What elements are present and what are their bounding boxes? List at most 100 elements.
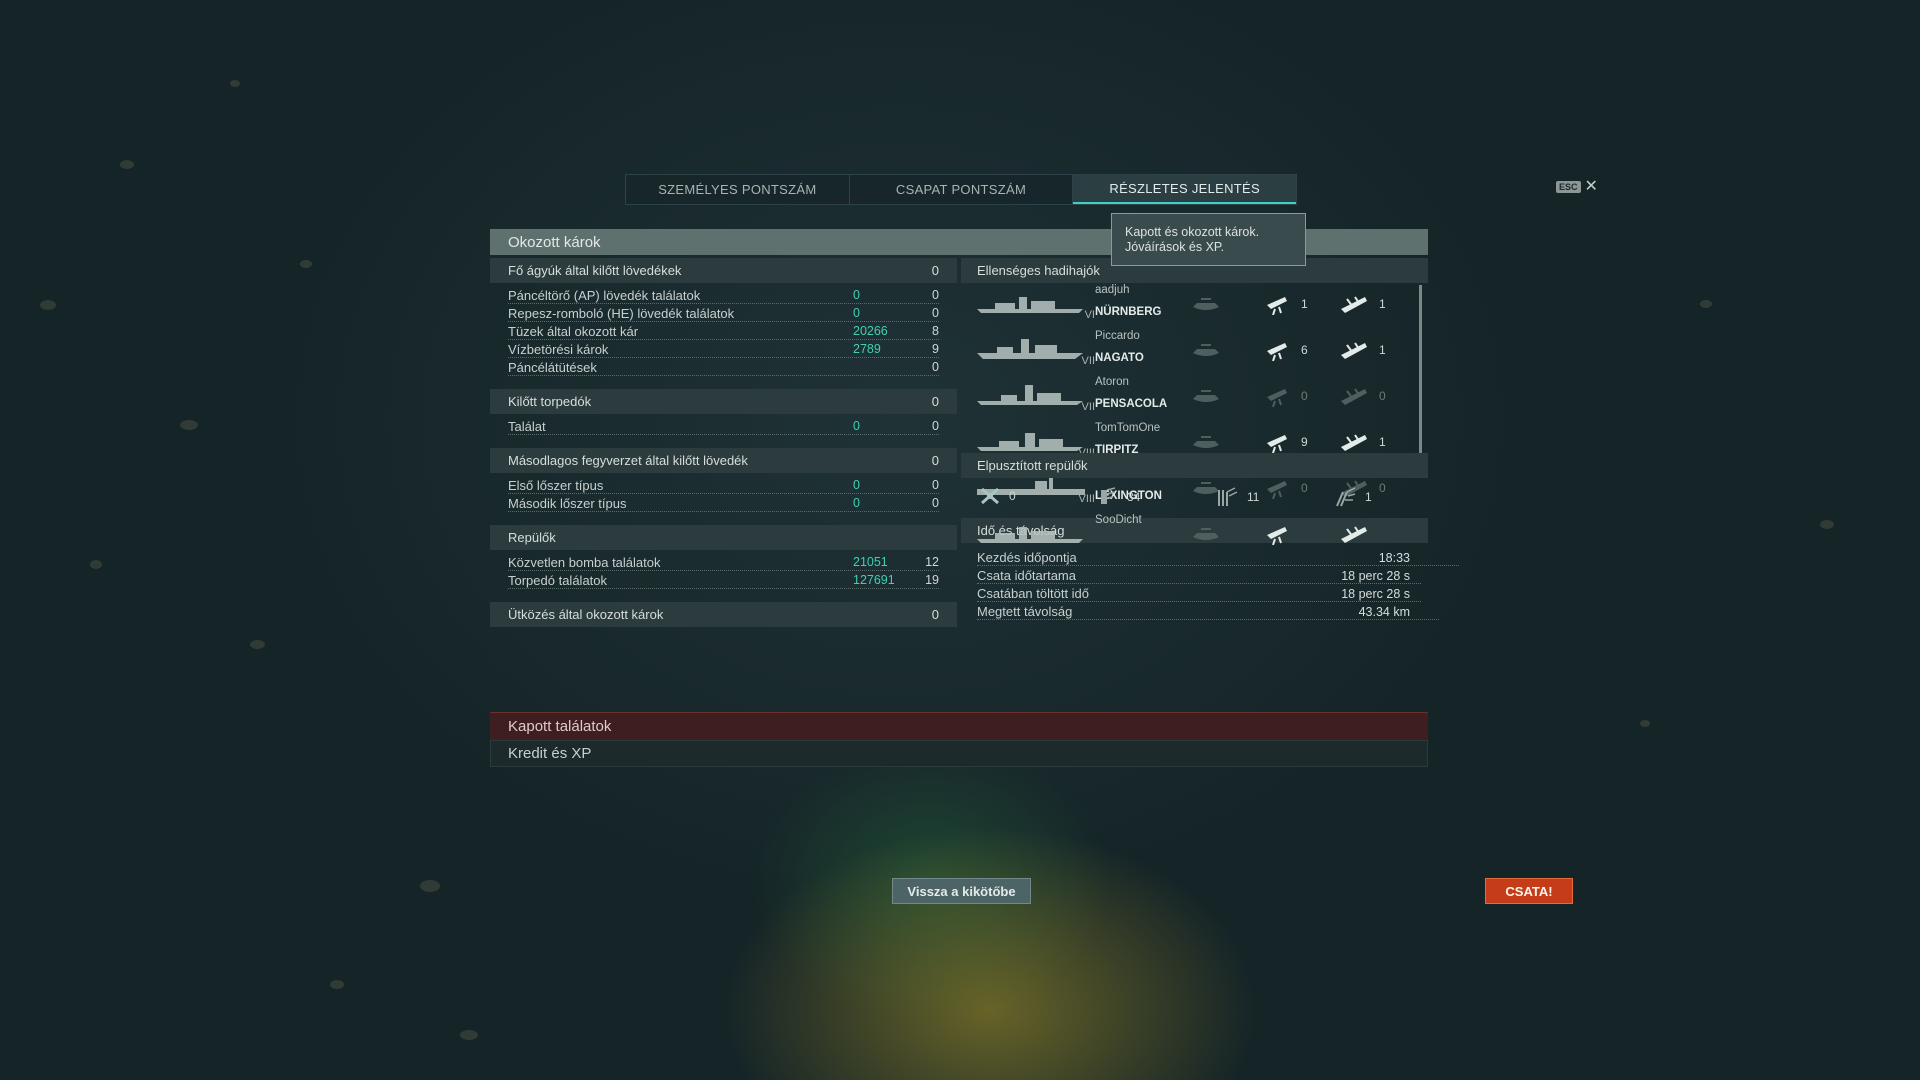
stat-count: 0 [932, 360, 939, 374]
bomb-hit-count: 0 [1301, 389, 1308, 403]
stat-damage: 0 [853, 419, 860, 433]
plane-count: 34 [1127, 490, 1141, 504]
player-name: Atoron [1095, 376, 1129, 388]
section-title: Kredit és XP [508, 745, 592, 762]
enemy-and-time-panel: Ellenséges hadihajók VI aadjuh NÜRNBERG 1 1 V… [961, 258, 1459, 621]
stat-label: Találat [508, 419, 939, 435]
tab-personal-score[interactable]: SZEMÉLYES PONTSZÁM [626, 175, 850, 204]
stat-row: Második lőszer típus 0 0 [490, 495, 957, 513]
torpedo-hit-icon [1341, 388, 1367, 405]
stat-damage: 20266 [853, 324, 888, 338]
ship-tier: VII [1081, 401, 1095, 413]
tab-bar: SZEMÉLYES PONTSZÁM CSAPAT PONTSZÁM RÉSZL… [625, 174, 1297, 205]
ship-hit-icon [1193, 390, 1219, 402]
time-row: Megtett távolság 43.34 km [961, 603, 1439, 621]
stat-count: 0 [932, 496, 939, 510]
stat-row: Tüzek által okozott kár 20266 8 [490, 323, 957, 341]
section-title: Ütközés által okozott károk [508, 607, 664, 622]
return-to-port-button[interactable]: Vissza a kikötőbe [892, 878, 1031, 904]
ship-tier: VII [1081, 355, 1095, 367]
torpedo-hit-icon [1341, 296, 1367, 313]
tooltip: Kapott és okozott károk. Jóváírások és X… [1111, 213, 1306, 266]
stat-label: Repesz-romboló (HE) lövedék találatok [508, 306, 939, 322]
stat-count: 0 [932, 478, 939, 492]
stat-row: Közvetlen bomba találatok 21051 12 [490, 554, 957, 572]
section-secondary: Másodlagos fegyverzet által kilőtt löved… [490, 448, 957, 473]
time-value: 18:33 [1378, 551, 1410, 565]
torpedo-bomber-icon [1218, 487, 1238, 506]
time-distance-list: Kezdés időpontja 18:33 Csata időtartama 18… [961, 543, 1459, 621]
ship-hit-icon [1193, 344, 1219, 356]
section-value: 0 [931, 394, 939, 409]
time-value: 43.34 km [1358, 605, 1410, 619]
torpedo-hit-count: 1 [1379, 435, 1386, 449]
section-title: Elpusztított repülők [977, 458, 1088, 473]
torpedo-hit-count: 1 [1379, 343, 1386, 357]
close-icon[interactable]: ✕ [1585, 179, 1598, 195]
plane-stat: 1 [1333, 486, 1372, 508]
stat-damage: 21051 [853, 555, 888, 569]
section-ramming: Ütközés által okozott károk 0 [490, 602, 957, 627]
credits-xp-header[interactable]: Kredit és XP [490, 740, 1428, 767]
ship-name: PENSACOLA [1095, 398, 1168, 410]
section-title: Repülők [508, 530, 556, 545]
stat-label: Páncélátütések [508, 360, 939, 376]
stat-count: 9 [932, 342, 939, 356]
stat-damage: 0 [853, 288, 860, 302]
stat-label: Első lőszer típus [508, 478, 939, 494]
received-hits-header[interactable]: Kapott találatok [490, 712, 1428, 740]
battle-button[interactable]: CSATA! [1485, 878, 1573, 904]
stat-damage: 127691 [853, 573, 895, 587]
time-value: 18 perc 28 s [1341, 569, 1410, 583]
stat-damage: 0 [853, 306, 860, 320]
time-row: Csata időtartama 18 perc 28 s [961, 567, 1428, 585]
torpedo-hit-icon [1341, 342, 1367, 359]
damage-breakdown: Fő ágyúk által kilőtt lövedékek 0 Páncél… [490, 258, 957, 631]
section-main-guns: Fő ágyúk által kilőtt lövedékek 0 [490, 258, 957, 283]
section-value: 0 [931, 263, 939, 278]
stat-row: Páncélátütések 0 [490, 359, 957, 377]
section-value: 0 [931, 453, 939, 468]
stat-row: Torpedó találatok 127691 19 [490, 572, 957, 590]
enemy-ship-row: VII Piccardo NAGATO 6 1 [961, 330, 1421, 377]
planes-destroyed-header: Elpusztított repülők [961, 453, 1428, 478]
torpedo-hit-icon [1341, 526, 1367, 543]
stat-row: Vízbetörési károk 2789 9 [490, 341, 957, 359]
planes-destroyed-row: 0 34 11 1 [961, 478, 1428, 518]
section-aircraft: Repülők [490, 525, 957, 550]
dive-bomber-icon [1336, 487, 1356, 507]
tab-team-score[interactable]: CSAPAT PONTSZÁM [850, 175, 1074, 204]
bomb-hit-count: 6 [1301, 343, 1308, 357]
player-name: Piccardo [1095, 330, 1140, 342]
tab-detailed-report[interactable]: RÉSZLETES JELENTÉS [1073, 175, 1297, 204]
stat-label: Második lőszer típus [508, 496, 939, 512]
bomb-hit-count: 9 [1301, 435, 1308, 449]
player-name: aadjuh [1095, 284, 1130, 296]
bomb-hit-icon [1267, 389, 1287, 407]
fighter-icon [1101, 487, 1116, 504]
ship-hit-icon [1193, 528, 1219, 540]
section-torpedoes: Kilőtt torpedók 0 [490, 389, 957, 414]
time-value: 18 perc 28 s [1341, 587, 1410, 601]
plane-count: 0 [1009, 489, 1016, 503]
section-title: Fő ágyúk által kilőtt lövedékek [508, 263, 682, 278]
section-title: Kilőtt torpedók [508, 394, 592, 409]
section-title: Kapott találatok [508, 718, 612, 735]
player-name: TomTomOne [1095, 422, 1161, 434]
stat-row: Repesz-romboló (HE) lövedék találatok 0 0 [490, 305, 957, 323]
bomb-hit-icon [1267, 297, 1287, 315]
stat-count: 12 [925, 555, 939, 569]
plane-count: 1 [1365, 490, 1372, 504]
stat-count: 0 [932, 306, 939, 320]
close-button[interactable]: ESC ✕ [1556, 179, 1598, 195]
esc-key-badge: ESC [1556, 181, 1581, 193]
bomb-hit-icon [1267, 435, 1287, 453]
bomb-hit-icon [1267, 527, 1287, 545]
ship-tier: VI [1084, 309, 1095, 321]
bomb-hit-count: 1 [1301, 297, 1308, 311]
stat-row: Találat 0 0 [490, 418, 957, 436]
stat-count: 8 [932, 324, 939, 338]
section-value: 0 [931, 607, 939, 622]
panel-title: Okozott károk [508, 233, 601, 251]
bomb-hit-icon [1267, 343, 1287, 361]
